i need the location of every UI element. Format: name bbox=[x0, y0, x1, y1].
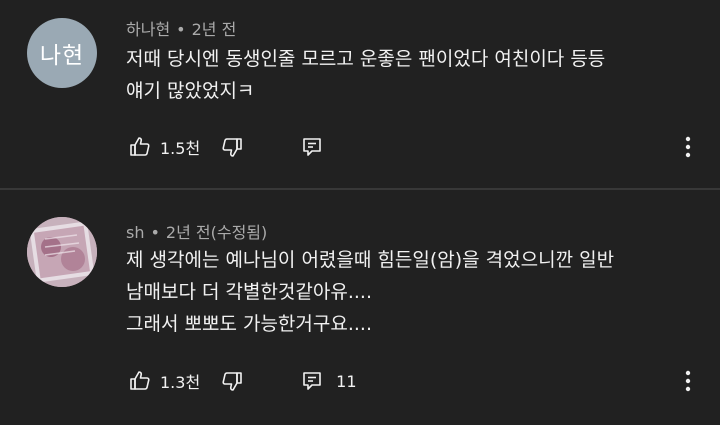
comment-actions: 1.5천 bbox=[126, 132, 336, 162]
more-options-icon bbox=[685, 136, 691, 158]
comment-text-line: 얘기 많았었지ㅋ bbox=[126, 80, 255, 102]
like-button[interactable] bbox=[126, 367, 154, 395]
dislike-icon bbox=[222, 372, 242, 391]
like-count: 1.3천 bbox=[160, 373, 201, 392]
author-name[interactable]: 하나현 bbox=[126, 20, 170, 39]
reply-button[interactable] bbox=[298, 133, 326, 161]
like-icon bbox=[130, 371, 150, 390]
avatar[interactable]: 나현 bbox=[27, 18, 97, 88]
avatar[interactable] bbox=[27, 217, 97, 287]
reply-icon bbox=[303, 138, 321, 156]
like-count: 1.5천 bbox=[160, 139, 201, 158]
more-options-button[interactable] bbox=[674, 367, 702, 395]
comment-meta: sh • 2년 전(수정됨) bbox=[126, 219, 267, 243]
avatar-initials: 나현 bbox=[39, 43, 85, 69]
reply-count[interactable]: 11 bbox=[336, 372, 356, 391]
comment-item: 나현 하나현 • 2년 전 저때 당시엔 동생인줄 모르고 운좋은 팬이었다 여친이… bbox=[0, 0, 720, 188]
more-options-icon bbox=[685, 370, 691, 392]
comment-time[interactable]: 2년 전(수정됨) bbox=[166, 223, 267, 242]
like-button[interactable] bbox=[126, 133, 154, 161]
author-name[interactable]: sh bbox=[126, 223, 144, 242]
comment-text: 제 생각에는 예나님이 어렸을때 힘든일(암)을 격었으니깐 일반 남매보다 더… bbox=[126, 244, 686, 340]
reply-icon bbox=[303, 372, 321, 390]
dislike-button[interactable] bbox=[218, 367, 246, 395]
like-icon bbox=[130, 137, 150, 156]
comment-text-line: 저때 당시엔 동생인줄 모르고 운좋은 팬이었다 여친이다 등등 bbox=[126, 48, 606, 70]
comment-time[interactable]: 2년 전 bbox=[192, 20, 237, 39]
comment-meta: 하나현 • 2년 전 bbox=[126, 16, 236, 40]
dislike-icon bbox=[222, 138, 242, 157]
avatar-image bbox=[27, 217, 97, 287]
more-options-button[interactable] bbox=[674, 133, 702, 161]
separator-dot: • bbox=[176, 20, 186, 39]
comment-text-line: 그래서 뽀뽀도 가능한거구요.... bbox=[126, 313, 372, 335]
dislike-button[interactable] bbox=[218, 133, 246, 161]
comment-text-line: 남매보다 더 각별한것같아유.... bbox=[126, 281, 372, 303]
comment-text-line: 제 생각에는 예나님이 어렸을때 힘든일(암)을 격었으니깐 일반 bbox=[126, 249, 615, 271]
separator-dot: • bbox=[150, 223, 160, 242]
comment-actions: 1.3천 11 bbox=[126, 366, 357, 396]
comment-text: 저때 당시엔 동생인줄 모르고 운좋은 팬이었다 여친이다 등등 얘기 많았었지… bbox=[126, 43, 686, 107]
reply-button[interactable] bbox=[298, 367, 326, 395]
comment-item: sh • 2년 전(수정됨) 제 생각에는 예나님이 어렸을때 힘든일(암)을 격었… bbox=[0, 190, 720, 425]
